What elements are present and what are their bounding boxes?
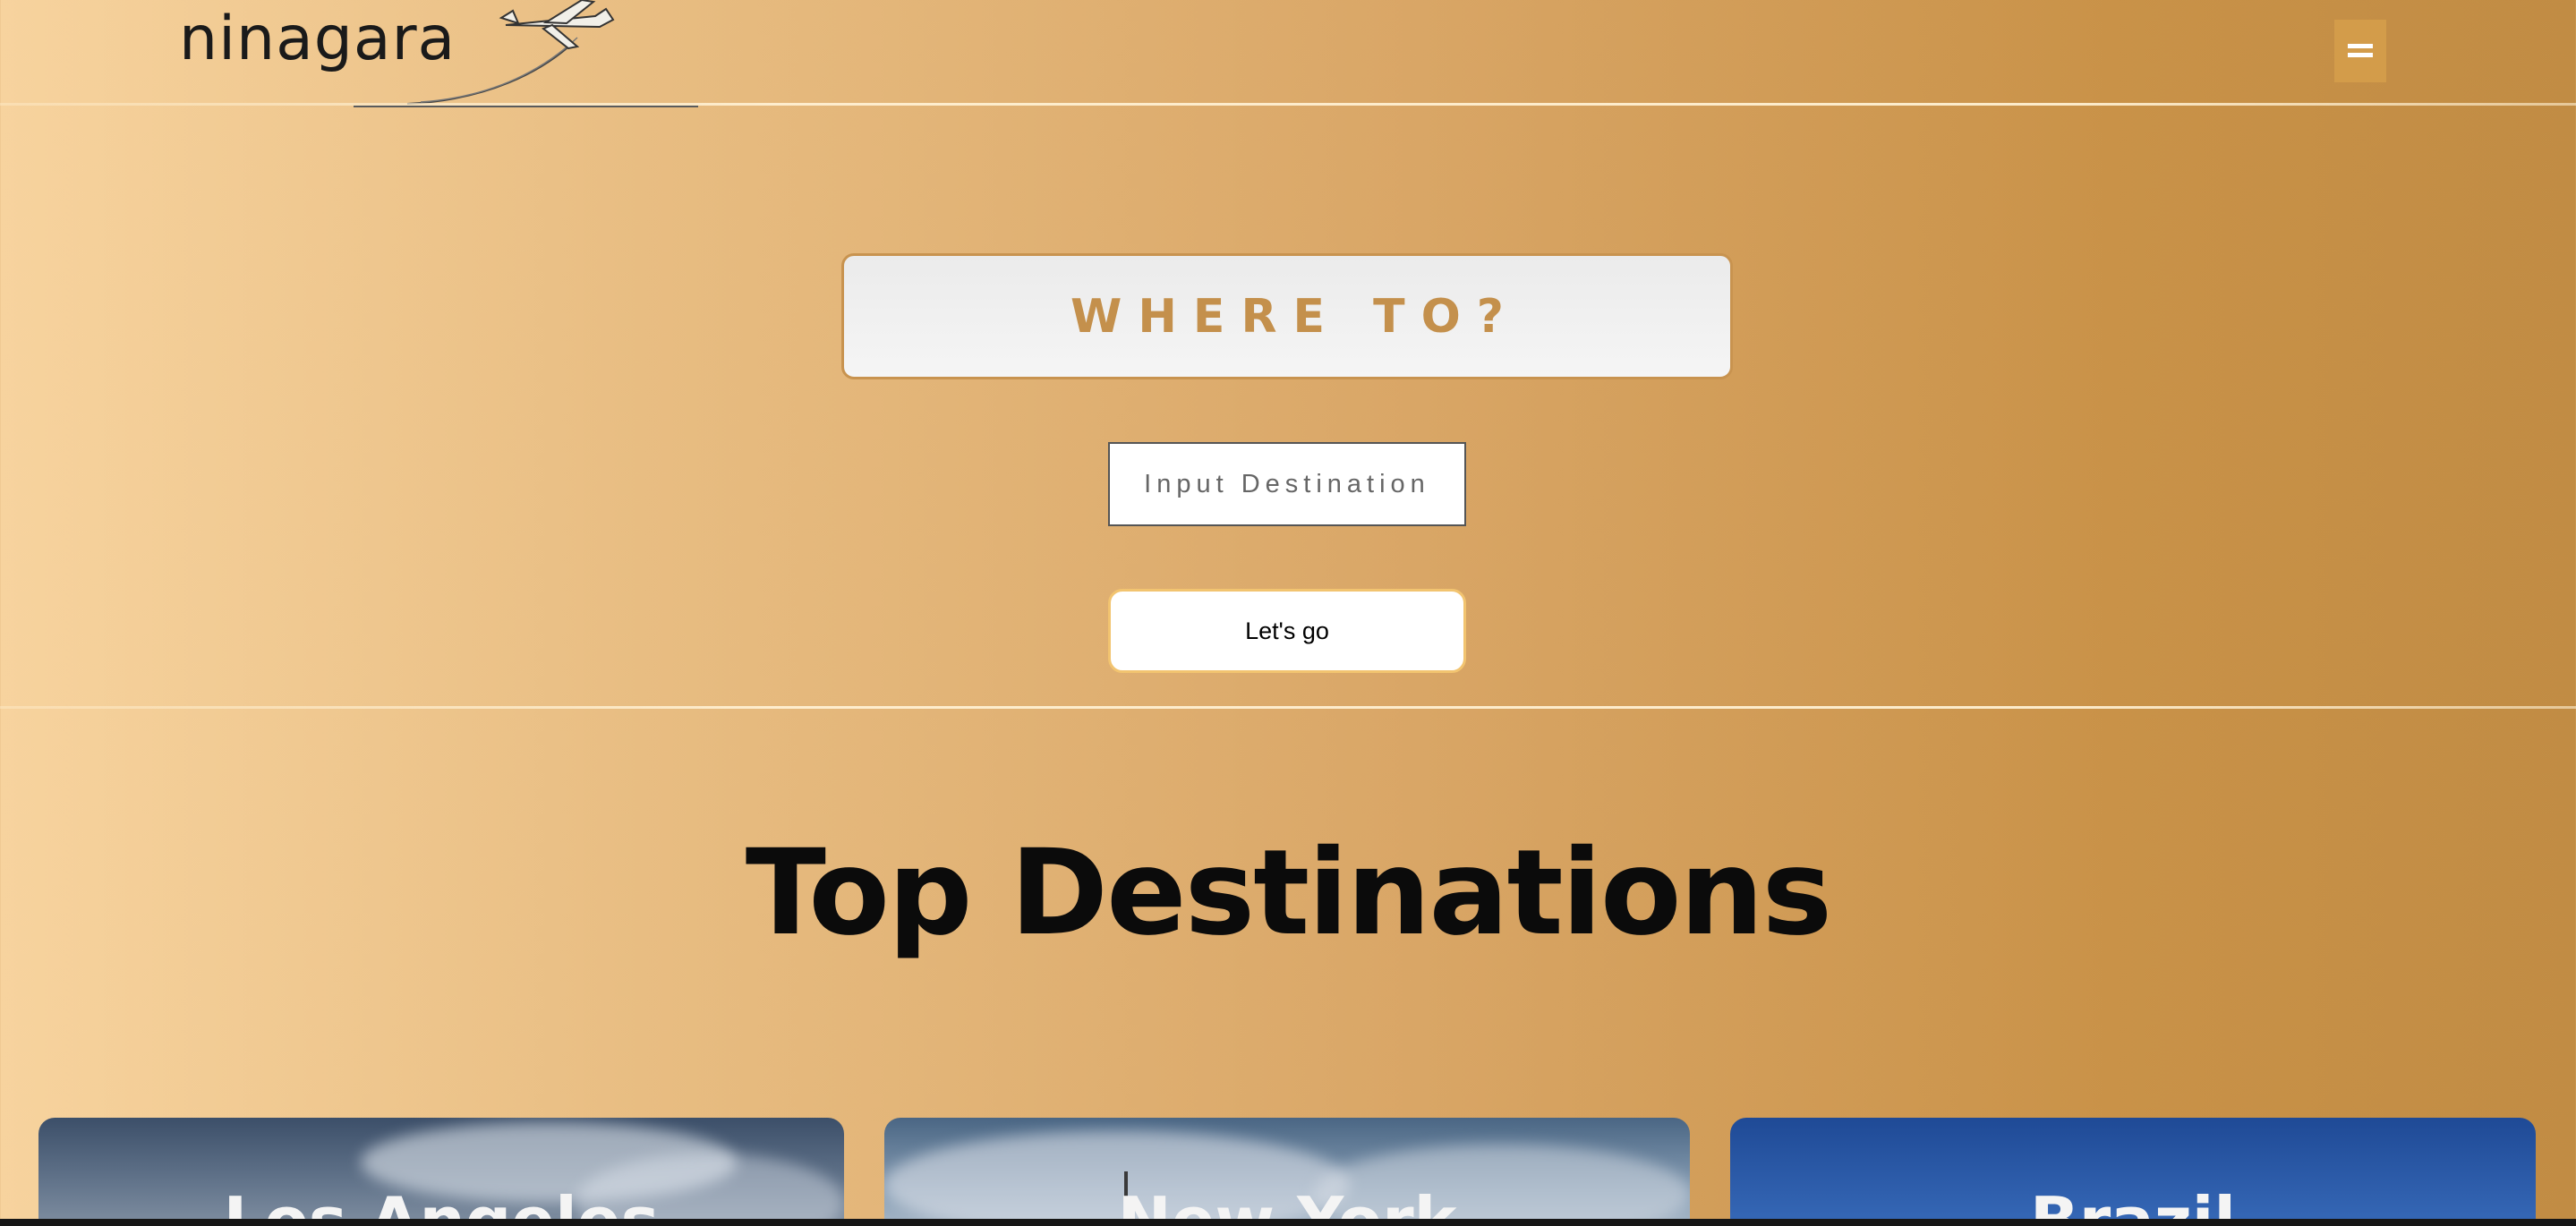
top-destinations-title: Top Destinations [745,824,1832,962]
lets-go-button[interactable]: Let's go [1108,589,1466,673]
airplane-icon [354,0,698,107]
where-to-heading: WHERE TO? [1070,289,1520,344]
destination-card-brazil[interactable]: Brazil [1730,1118,2536,1226]
search-divider [0,706,2576,709]
header-divider [0,103,2576,106]
window-bottom-edge [0,1219,2576,1226]
destination-card-new-york[interactable]: New York [884,1118,1690,1226]
destination-card-los-angeles[interactable]: Los Angeles [38,1118,844,1226]
site-logo[interactable]: ninagara [179,0,716,111]
where-to-banner: WHERE TO? [841,253,1733,379]
menu-button[interactable] [2334,20,2386,82]
destination-input[interactable] [1108,442,1466,526]
hamburger-menu-icon [2348,44,2373,57]
